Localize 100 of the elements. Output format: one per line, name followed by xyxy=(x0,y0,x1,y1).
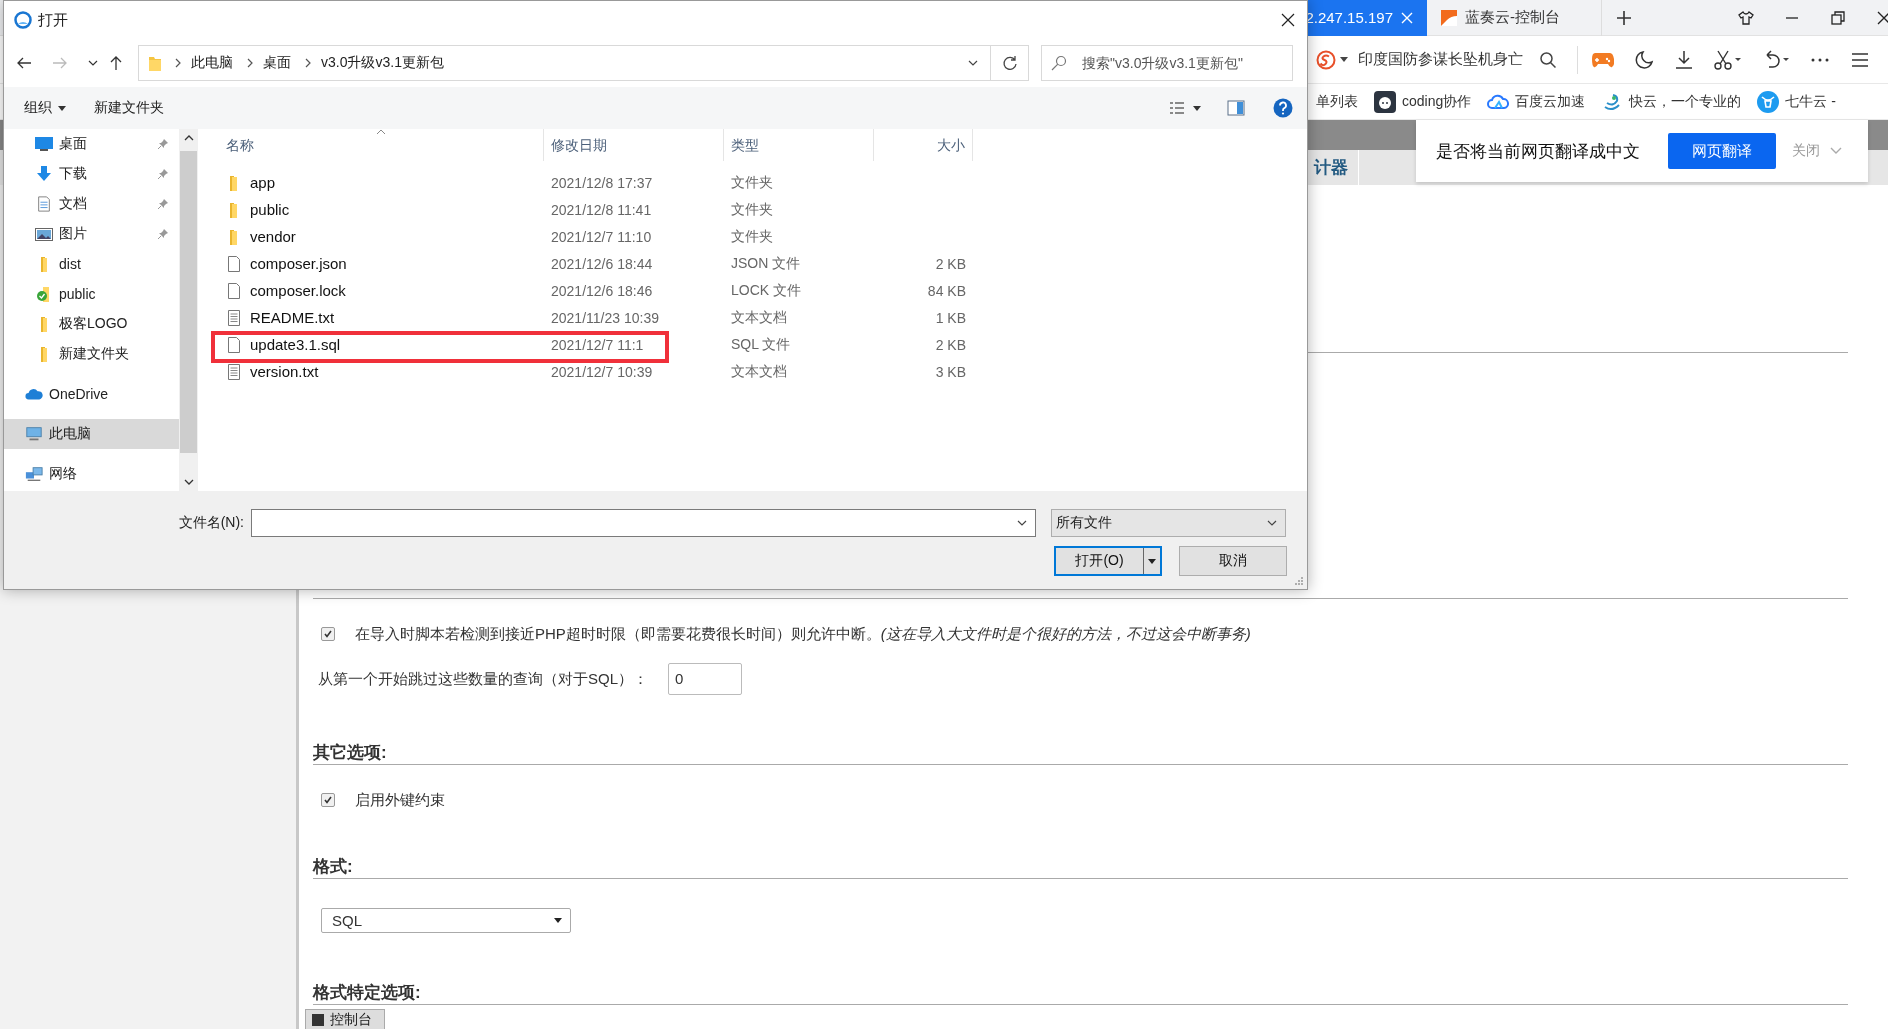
checkbox[interactable] xyxy=(321,793,335,807)
file-name[interactable]: public xyxy=(206,201,544,218)
new-tab-icon[interactable] xyxy=(1616,9,1632,26)
menu-icon[interactable] xyxy=(1850,50,1868,69)
file-name[interactable]: README.txt xyxy=(206,309,544,326)
bookmark[interactable]: 百度云加速 xyxy=(1487,90,1586,113)
preview-pane-icon[interactable] xyxy=(1227,99,1245,117)
cancel-button[interactable]: 取消 xyxy=(1179,546,1287,576)
window-title: 打开 xyxy=(38,10,68,30)
search-icon[interactable] xyxy=(1539,50,1557,69)
checkbox[interactable] xyxy=(321,627,335,641)
caret-icon[interactable] xyxy=(1340,57,1348,62)
chevron-icon xyxy=(175,58,181,68)
file-name[interactable]: version.txt xyxy=(206,363,544,380)
scissors-icon[interactable] xyxy=(1714,49,1742,70)
bookmark[interactable]: 七牛云 - xyxy=(1757,90,1836,113)
open-button[interactable]: 打开(O) xyxy=(1054,546,1162,576)
sidebar-item[interactable]: 此电脑 xyxy=(4,419,179,449)
sidebar-item[interactable]: 文档 xyxy=(4,189,179,219)
file-icon xyxy=(226,255,242,272)
caret-icon[interactable] xyxy=(1193,105,1201,111)
sogou-icon[interactable] xyxy=(1316,49,1336,70)
file-name[interactable]: vendor xyxy=(206,228,544,245)
back-icon[interactable] xyxy=(16,55,32,71)
bookmark[interactable]: 单列表 xyxy=(1316,92,1358,111)
document-icon xyxy=(35,196,53,212)
pin-icon[interactable] xyxy=(157,138,169,150)
file-name[interactable]: composer.lock xyxy=(206,282,544,299)
scrollbar[interactable] xyxy=(179,129,198,491)
refresh-button[interactable] xyxy=(991,45,1029,81)
address-bar[interactable]: 此电脑 桌面 v3.0升级v3.1更新包 xyxy=(138,45,991,81)
computer-icon xyxy=(25,426,43,442)
browser-tab[interactable]: 蓝奏云-控制台 xyxy=(1427,0,1602,36)
bookmark[interactable]: coding协作 xyxy=(1374,90,1472,113)
resize-grip-icon[interactable] xyxy=(1294,576,1304,586)
breadcrumb-item[interactable]: 此电脑 xyxy=(191,54,233,72)
check-icon xyxy=(323,795,333,805)
organize-menu[interactable]: 组织 xyxy=(18,95,72,121)
column-header[interactable]: 名称 xyxy=(206,129,544,161)
sidebar-item[interactable]: 图片 xyxy=(4,219,179,249)
column-header[interactable]: 修改日期 xyxy=(544,129,724,161)
site-icon xyxy=(1441,9,1457,26)
column-header[interactable]: 类型 xyxy=(724,129,874,161)
picture-icon xyxy=(35,226,53,242)
sidebar-item[interactable]: 桌面 xyxy=(4,129,179,159)
chevron-icon[interactable] xyxy=(1017,520,1027,526)
file-icon xyxy=(226,282,242,299)
breadcrumb-item[interactable]: 桌面 xyxy=(263,54,291,72)
file-type-dropdown[interactable]: 所有文件 xyxy=(1051,509,1286,537)
caret-icon xyxy=(58,105,66,111)
view-options-icon[interactable] xyxy=(1169,100,1185,116)
new-folder-button[interactable]: 新建文件夹 xyxy=(88,95,170,121)
help-icon[interactable] xyxy=(1273,98,1293,118)
sidebar-item[interactable]: public xyxy=(4,279,179,309)
download-icon[interactable] xyxy=(1674,49,1694,70)
file-name[interactable]: update3.1.sql xyxy=(206,336,544,353)
pin-icon[interactable] xyxy=(157,228,169,240)
shirt-icon[interactable] xyxy=(1738,9,1754,26)
pin-icon[interactable] xyxy=(157,168,169,180)
sidebar-item[interactable]: 网络 xyxy=(4,459,179,489)
folder-icon xyxy=(149,55,161,71)
table-cell-text: 文本文档 xyxy=(730,362,788,381)
option-label: 在导入时脚本若检测到接近PHP超时时限（即需要花费很长时间）则允许中断。(这在导入大文件时是个很好的方法，不过这会中断事务) xyxy=(355,624,1251,644)
table-cell: 84 KB xyxy=(927,282,966,299)
sidebar-item[interactable]: 极客LOGO xyxy=(4,309,179,339)
close-icon[interactable] xyxy=(1281,13,1295,27)
scroll-down-icon[interactable] xyxy=(183,479,194,485)
menu-tab[interactable]: 计器 xyxy=(1314,150,1359,185)
file-name[interactable]: composer.json xyxy=(206,255,544,272)
pin-icon[interactable] xyxy=(157,198,169,210)
scroll-up-icon[interactable] xyxy=(183,135,194,141)
sidebar-item[interactable]: OneDrive xyxy=(4,379,179,409)
search-field[interactable]: 印度国防参谋长坠机身亡 xyxy=(1358,50,1523,69)
desktop-icon xyxy=(35,136,53,152)
number-field[interactable]: 0 xyxy=(668,663,742,695)
chevron-icon[interactable] xyxy=(88,60,98,66)
section-heading: 格式: xyxy=(313,856,1848,879)
caret-icon xyxy=(1148,558,1156,564)
option-label: 启用外键约束 xyxy=(355,790,445,810)
search-field[interactable]: 搜索"v3.0升级v3.1更新包" xyxy=(1041,45,1293,81)
chevron-icon xyxy=(305,58,311,68)
table-cell-text: 2021/12/7 11:1 xyxy=(550,336,645,353)
table-cell-text: 2021/12/8 11:41 xyxy=(550,201,653,218)
translate-button[interactable]: 网页翻译 xyxy=(1668,133,1776,169)
filename-field[interactable] xyxy=(251,509,1036,537)
breadcrumb-item[interactable]: v3.0升级v3.1更新包 xyxy=(321,54,444,72)
chevron-icon[interactable] xyxy=(968,60,978,66)
restore-icon[interactable] xyxy=(1830,9,1846,26)
bookmark[interactable]: 快云，一个专业的 xyxy=(1601,90,1742,113)
console-tab[interactable]: 控制台 xyxy=(305,1009,385,1029)
moon-icon[interactable] xyxy=(1634,49,1654,70)
sidebar-item[interactable]: 新建文件夹 xyxy=(4,339,179,369)
sidebar-item[interactable]: 下载 xyxy=(4,159,179,189)
close-icon[interactable] xyxy=(1876,9,1888,26)
bull-icon xyxy=(1757,90,1780,113)
up-icon[interactable] xyxy=(108,55,124,71)
column-header[interactable]: 大小 xyxy=(874,129,973,161)
sidebar-item[interactable]: dist xyxy=(4,249,179,279)
format-dropdown[interactable]: SQL xyxy=(321,908,571,933)
file-name[interactable]: app xyxy=(206,174,544,191)
